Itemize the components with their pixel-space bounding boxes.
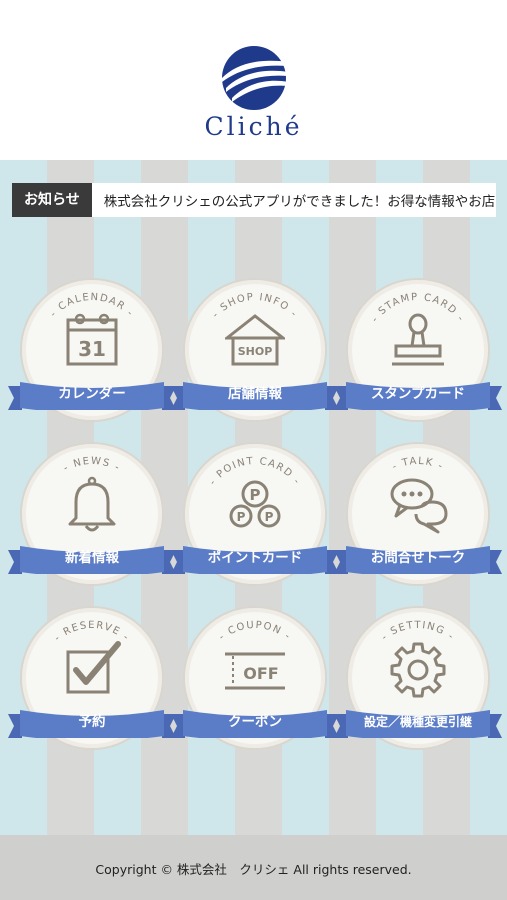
app-header: Cliché xyxy=(0,0,507,160)
svg-text:P: P xyxy=(265,510,274,524)
tile-label: カレンダー xyxy=(58,386,126,402)
news-ticker[interactable]: お知らせ 株式会社クリシェの公式アプリができました！お得な情報やお店が xyxy=(12,183,496,217)
bell-icon xyxy=(68,476,116,532)
tile-label: お問合せトーク xyxy=(370,550,466,566)
stamp-icon xyxy=(392,313,444,366)
news-tag: お知らせ xyxy=(12,183,92,217)
checkbox-icon xyxy=(66,641,121,694)
tile-label: 新着情報 xyxy=(65,550,119,566)
svg-text:SHOP: SHOP xyxy=(238,345,273,358)
coupon-icon: OFF xyxy=(225,652,285,690)
gear-icon xyxy=(390,642,446,698)
menu-tile-point-card[interactable]: - POINT CARD - P P P ポイントカード xyxy=(171,442,339,586)
news-text: 株式会社クリシェの公式アプリができました！お得な情報やお店が xyxy=(103,194,496,210)
tile-label: 予約 xyxy=(78,714,106,730)
tile-label: ポイントカード xyxy=(207,550,303,566)
svg-text:P: P xyxy=(250,486,261,504)
tile-label: スタンプカード xyxy=(370,386,466,402)
menu-tile-stamp-card[interactable]: - STAMP CARD - スタンプカード xyxy=(334,278,502,422)
menu-tile-calendar[interactable]: - CALENDAR - 31 カレンダー xyxy=(8,278,176,422)
menu-tile-shop-info[interactable]: - SHOP INFO - SHOP 店舗情報 xyxy=(171,278,339,422)
point-coins-icon: P P P xyxy=(229,480,281,528)
tile-label: 設定／機種変更引継 xyxy=(363,715,472,729)
brand-name: Cliché xyxy=(204,112,303,141)
svg-text:OFF: OFF xyxy=(243,664,278,683)
menu-tile-setting[interactable]: - SETTING - 設定／機種変更引継 xyxy=(334,606,502,750)
menu-tile-reserve[interactable]: - RESERVE - 予約 xyxy=(8,606,176,750)
svg-text:P: P xyxy=(237,510,246,524)
calendar-icon: 31 xyxy=(66,313,118,366)
footer: Copyright © 株式会社 クリシェ All rights reserve… xyxy=(0,835,507,900)
menu-tile-news[interactable]: - NEWS - 新着情報 xyxy=(8,442,176,586)
chat-bubbles-icon xyxy=(390,478,448,534)
brand-logo-icon xyxy=(222,46,288,110)
tile-label: クーポン xyxy=(228,714,282,730)
svg-text:31: 31 xyxy=(78,337,106,361)
tile-label: 店舗情報 xyxy=(228,386,282,402)
menu-tile-talk[interactable]: - TALK - お問合せトーク xyxy=(334,442,502,586)
menu-tile-coupon[interactable]: - COUPON - OFF クーポン xyxy=(171,606,339,750)
shop-icon: SHOP xyxy=(225,314,285,366)
copyright-text: Copyright © 株式会社 クリシェ All rights reserve… xyxy=(95,862,412,877)
